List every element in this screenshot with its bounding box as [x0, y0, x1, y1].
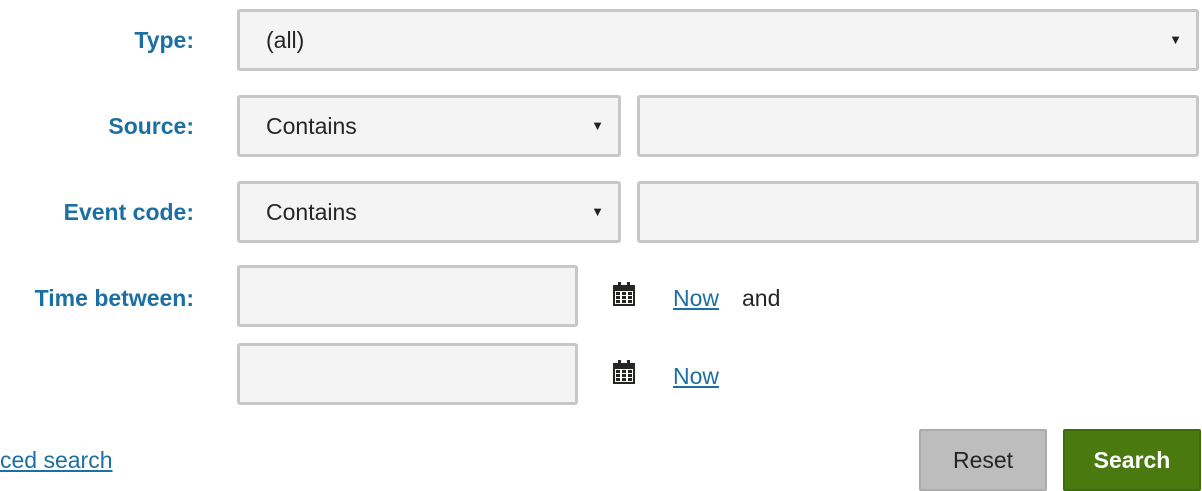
time-from-input[interactable]: [237, 265, 578, 327]
search-button[interactable]: Search: [1063, 429, 1201, 491]
caret-down-icon: ▼: [591, 118, 604, 133]
source-label: Source:: [108, 113, 194, 139]
calendar-icon[interactable]: [613, 282, 635, 306]
source-operator-select[interactable]: Contains ▼: [237, 95, 621, 157]
time-to-now-link[interactable]: Now: [673, 362, 719, 390]
type-select[interactable]: (all) ▼: [237, 9, 1199, 71]
advanced-search-link[interactable]: ced search: [0, 446, 113, 474]
event-code-operator-select[interactable]: Contains ▼: [237, 181, 621, 243]
caret-down-icon: ▼: [591, 204, 604, 219]
time-between-label: Time between:: [34, 285, 194, 311]
and-text: and: [742, 285, 781, 311]
event-code-label: Event code:: [63, 199, 194, 225]
caret-down-icon: ▼: [1169, 32, 1182, 47]
source-operator-value: Contains: [266, 113, 357, 139]
type-label: Type:: [134, 27, 194, 53]
calendar-icon[interactable]: [613, 360, 635, 384]
time-from-now-link[interactable]: Now: [673, 284, 719, 312]
reset-button[interactable]: Reset: [919, 429, 1047, 491]
event-code-input[interactable]: [637, 181, 1199, 243]
event-code-operator-value: Contains: [266, 199, 357, 225]
source-input[interactable]: [637, 95, 1199, 157]
time-to-input[interactable]: [237, 343, 578, 405]
type-select-value: (all): [266, 27, 305, 53]
